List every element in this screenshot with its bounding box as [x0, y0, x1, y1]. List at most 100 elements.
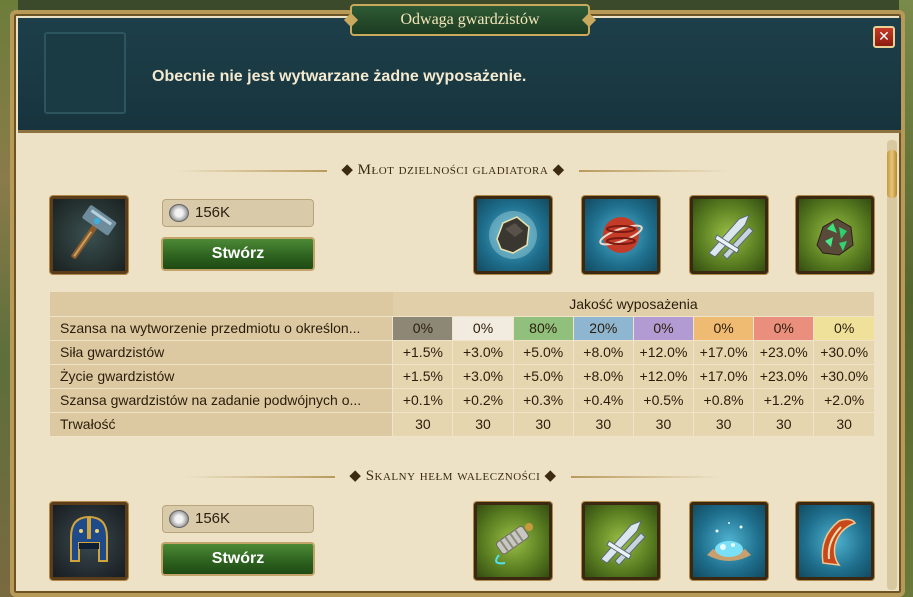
cell: 30 — [392, 412, 453, 437]
scrollbar[interactable] — [887, 140, 897, 590]
table-header-row: Jakość wyposażenia — [50, 292, 874, 317]
create-button[interactable]: Stwórz — [161, 237, 315, 271]
section-title-helmet: ◆ Skalny hełm waleczności ◆ — [18, 466, 888, 485]
cell: 80% — [512, 316, 574, 341]
divider-right — [578, 169, 729, 172]
cell: +3.0% — [452, 340, 514, 365]
cell: 0% — [392, 316, 453, 341]
blue-crystal-pile-icon — [707, 522, 751, 561]
cell: +0.1% — [392, 388, 453, 413]
material-slot[interactable] — [582, 502, 660, 580]
diamond-icon: ◆ — [349, 468, 362, 484]
cell: +8.0% — [572, 364, 634, 389]
red-orb-icon — [599, 217, 643, 253]
cell: 30 — [572, 412, 634, 437]
row-label: Szansa gwardzistów na zadanie podwójnych… — [50, 388, 393, 413]
row-label: Życie gwardzistów — [50, 364, 393, 389]
cell: 30 — [753, 412, 814, 437]
cell: +23.0% — [753, 364, 814, 389]
row-label: Trwałość — [50, 412, 393, 437]
cell: 30 — [693, 412, 754, 437]
green-crystal-ore-icon — [816, 218, 854, 256]
divider-left — [177, 169, 328, 172]
table-row: Siła gwardzistów +1.5% +3.0% +5.0% +8.0%… — [50, 340, 874, 365]
empty-production-slot — [44, 32, 126, 114]
cell: +1.2% — [753, 388, 814, 413]
cell: 0% — [693, 316, 754, 341]
diamond-icon: ◆ — [544, 468, 557, 484]
cell: +0.2% — [452, 388, 514, 413]
silver-coin-icon — [169, 510, 189, 528]
cell: +5.0% — [512, 364, 574, 389]
table-header-quality: Jakość wyposażenia — [392, 292, 874, 317]
cost-value: 156K — [195, 510, 231, 527]
diamond-icon: ◆ — [341, 162, 354, 178]
cell: +30.0% — [813, 364, 874, 389]
cell: 30 — [512, 412, 574, 437]
row-label: Szansa na wytworzenie przedmiotu o okreś… — [50, 316, 393, 341]
cost-value: 156K — [195, 204, 231, 221]
claw-horn-icon — [821, 518, 857, 566]
cell: +0.3% — [512, 388, 574, 413]
cell: 0% — [813, 316, 874, 341]
cell: +1.5% — [392, 364, 453, 389]
item-helmet[interactable] — [50, 502, 128, 580]
spring-coil-icon — [495, 523, 533, 565]
material-slot[interactable] — [690, 502, 768, 580]
cell: +17.0% — [693, 364, 754, 389]
close-button[interactable]: ✕ — [873, 26, 895, 48]
material-slot[interactable] — [690, 196, 768, 274]
window-title: Odwaga gwardzistów — [350, 4, 590, 36]
cell: +12.0% — [632, 340, 694, 365]
table-row: Trwałość 30 30 30 30 30 30 30 30 — [50, 412, 874, 437]
cell: +0.4% — [572, 388, 634, 413]
section-title-text: Młot dzielności gladiatora — [357, 162, 549, 178]
cell: +17.0% — [693, 340, 754, 365]
material-slot[interactable] — [474, 502, 552, 580]
row-label: Siła gwardzistów — [50, 340, 393, 365]
table-row: Szansa gwardzistów na zadanie podwójnych… — [50, 388, 874, 413]
cell: +0.8% — [693, 388, 754, 413]
cell: +8.0% — [572, 340, 634, 365]
material-slot[interactable] — [796, 196, 874, 274]
material-slot[interactable] — [582, 196, 660, 274]
material-slot[interactable] — [474, 196, 552, 274]
content-area[interactable]: ◆ Młot dzielności gladiatora ◆ 156K Stwó… — [18, 136, 901, 597]
production-status-text: Obecnie nie jest wytwarzane żadne wyposa… — [152, 68, 527, 85]
create-button[interactable]: Stwórz — [161, 542, 315, 576]
cell: 0% — [632, 316, 694, 341]
divider-right — [570, 475, 721, 478]
divider-left — [185, 475, 336, 478]
cost-display: 156K — [162, 505, 314, 533]
quality-table: Jakość wyposażenia Szansa na wytworzenie… — [50, 292, 874, 437]
section-title-text: Skalny hełm waleczności — [365, 468, 541, 484]
scrollbar-thumb[interactable] — [887, 150, 897, 198]
cell: +0.5% — [632, 388, 694, 413]
cell: 0% — [452, 316, 514, 341]
cell: +1.5% — [392, 340, 453, 365]
cell: 30 — [632, 412, 694, 437]
cell: +5.0% — [512, 340, 574, 365]
silver-coin-icon — [169, 204, 189, 222]
crossed-blades-icon — [708, 214, 754, 260]
section-title-hammer: ◆ Młot dzielności gladiatora ◆ — [18, 160, 888, 179]
material-slot[interactable] — [796, 502, 874, 580]
stone-ore-icon — [489, 211, 537, 259]
table-row: Życie gwardzistów +1.5% +3.0% +5.0% +8.0… — [50, 364, 874, 389]
cell: 30 — [813, 412, 874, 437]
item-hammer[interactable] — [50, 196, 128, 274]
cell: 20% — [572, 316, 634, 341]
cell: +30.0% — [813, 340, 874, 365]
table-header-empty — [50, 292, 393, 317]
cell: 0% — [753, 316, 814, 341]
cell: +23.0% — [753, 340, 814, 365]
cell: +3.0% — [452, 364, 514, 389]
forge-window: Obecnie nie jest wytwarzane żadne wyposa… — [10, 4, 905, 597]
gladiator-helmet-icon — [70, 515, 108, 562]
table-row: Szansa na wytworzenie przedmiotu o okreś… — [50, 316, 874, 341]
cost-display: 156K — [162, 199, 314, 227]
cell: +2.0% — [813, 388, 874, 413]
cell: 30 — [452, 412, 514, 437]
war-hammer-icon — [71, 205, 117, 259]
crossed-blades-icon — [600, 520, 646, 566]
